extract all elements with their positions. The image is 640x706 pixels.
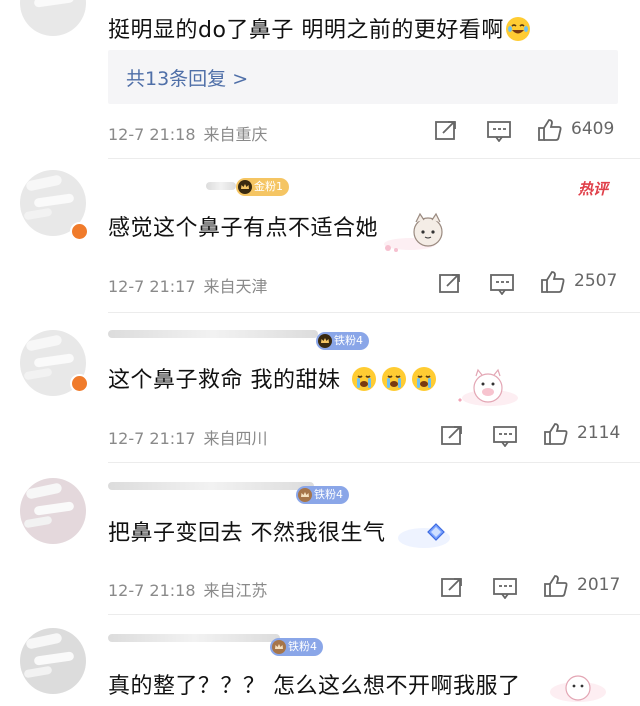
comment-location: 来自江苏 bbox=[203, 581, 268, 600]
username[interactable] bbox=[206, 182, 236, 190]
crown-icon bbox=[318, 334, 332, 348]
share-icon[interactable] bbox=[440, 576, 464, 598]
like-button[interactable]: 2114 bbox=[543, 422, 620, 446]
fan-badge: 铁粉4 bbox=[316, 332, 369, 350]
divider bbox=[108, 312, 640, 313]
comment-icon[interactable] bbox=[487, 120, 511, 143]
comment-text: 感觉这个鼻子有点不适合她 bbox=[108, 216, 379, 241]
like-count: 2017 bbox=[577, 575, 621, 595]
divider bbox=[108, 462, 640, 463]
username[interactable] bbox=[108, 482, 314, 490]
pink-pig-sticker bbox=[450, 360, 520, 414]
comment-text: 真的整了？？？ 怎么这么想不开啊我服了 bbox=[108, 674, 521, 699]
cartoon-sticker bbox=[548, 666, 608, 706]
comment-location: 来自四川 bbox=[203, 429, 268, 448]
share-icon[interactable] bbox=[434, 119, 458, 141]
username[interactable] bbox=[108, 330, 318, 338]
comment-meta: 12-7 21:17 来自天津 bbox=[108, 273, 268, 297]
comment-time: 12-7 21:17 bbox=[108, 277, 196, 296]
avatar[interactable] bbox=[20, 0, 86, 36]
thumbs-up-icon bbox=[544, 575, 568, 597]
fan-badge: 铁粉4 bbox=[270, 638, 323, 656]
comment-text: 把鼻子变回去 不然我很生气 bbox=[108, 521, 386, 546]
comment-time: 12-7 21:18 bbox=[108, 581, 196, 600]
comment-meta: 12-7 21:18 来自江苏 bbox=[108, 577, 268, 601]
laughing-tears-emoji bbox=[505, 17, 530, 41]
crying-emoji bbox=[352, 367, 376, 391]
like-count: 2507 bbox=[574, 271, 618, 291]
thumbs-up-icon bbox=[541, 271, 565, 293]
share-icon[interactable] bbox=[438, 272, 462, 294]
avatar-badge bbox=[70, 374, 89, 393]
comment-time: 12-7 21:17 bbox=[108, 429, 196, 448]
share-icon[interactable] bbox=[440, 424, 464, 446]
avatar[interactable] bbox=[20, 478, 86, 544]
username[interactable] bbox=[108, 634, 280, 642]
avatar[interactable] bbox=[20, 628, 86, 694]
view-replies-link[interactable]: 共13条回复 > bbox=[126, 64, 248, 91]
comment-location: 来自天津 bbox=[203, 277, 268, 296]
avatar-badge bbox=[70, 222, 89, 241]
comment-location: 来自重庆 bbox=[203, 125, 268, 144]
thumbs-up-icon bbox=[544, 423, 568, 445]
divider bbox=[108, 614, 640, 615]
comment-meta: 12-7 21:18 来自重庆 bbox=[108, 121, 268, 145]
thumbs-up-icon bbox=[538, 119, 562, 141]
like-button[interactable]: 6409 bbox=[537, 118, 614, 142]
cat-sticker bbox=[380, 208, 450, 262]
comment-icon[interactable] bbox=[493, 425, 517, 448]
like-button[interactable]: 2507 bbox=[540, 270, 617, 294]
blue-diamond-sticker bbox=[396, 508, 456, 556]
fan-badge: 铁粉4 bbox=[296, 486, 349, 504]
crying-emoji bbox=[412, 367, 436, 391]
comment-time: 12-7 21:18 bbox=[108, 125, 196, 144]
comment-text: 这个鼻子救命 我的甜妹 bbox=[108, 362, 436, 394]
comment-icon[interactable] bbox=[490, 273, 514, 296]
crown-icon bbox=[272, 640, 286, 654]
hot-comment-tag: 热评 bbox=[578, 180, 609, 198]
crown-icon bbox=[298, 488, 312, 502]
comment-icon[interactable] bbox=[493, 577, 517, 600]
divider bbox=[108, 158, 640, 159]
like-count: 2114 bbox=[577, 423, 621, 443]
crown-icon bbox=[238, 180, 252, 194]
fan-badge: 金粉1 bbox=[236, 178, 289, 196]
comment-meta: 12-7 21:17 来自四川 bbox=[108, 425, 268, 449]
like-button[interactable]: 2017 bbox=[543, 574, 620, 598]
comment-text: 挺明显的do了鼻子 明明之前的更好看啊 bbox=[108, 12, 530, 44]
like-count: 6409 bbox=[571, 119, 615, 139]
replies-box[interactable]: 共13条回复 > bbox=[108, 50, 618, 104]
crying-emoji bbox=[382, 367, 406, 391]
